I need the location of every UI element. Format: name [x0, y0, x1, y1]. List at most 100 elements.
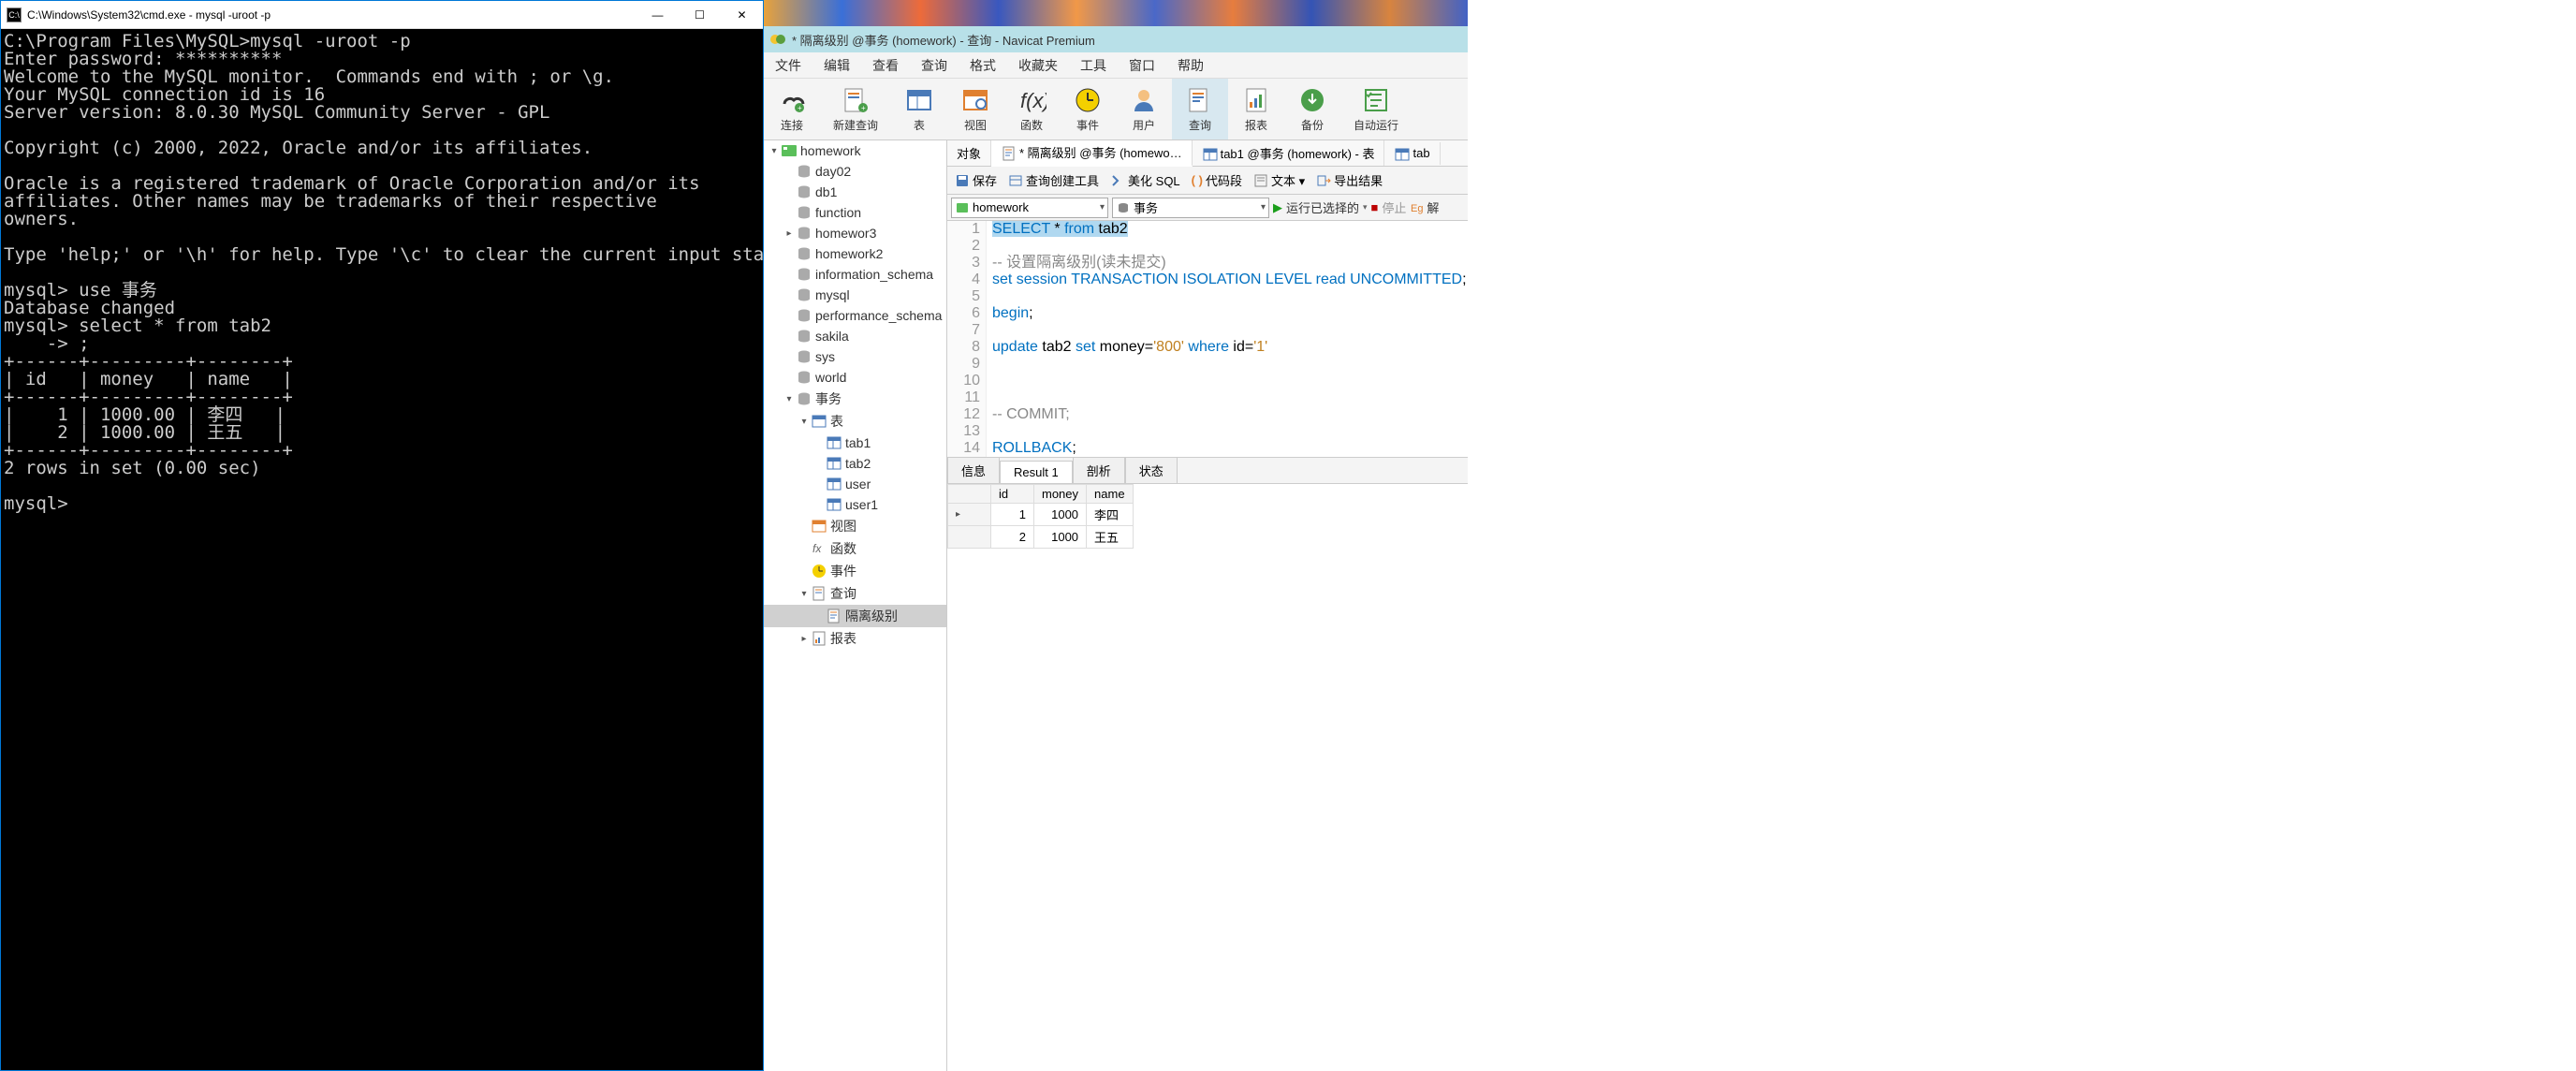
result-tab-剖析[interactable]: 剖析: [1073, 457, 1125, 483]
tab-tab[interactable]: tab: [1384, 142, 1440, 165]
qr-icon: [811, 585, 827, 602]
report-icon: [1241, 85, 1271, 115]
db-icon: [796, 245, 812, 262]
text-button[interactable]: 文本 ▾: [1250, 171, 1309, 189]
tree-item-homework[interactable]: ▾homework: [764, 140, 946, 161]
svg-text:+: +: [861, 104, 866, 112]
view-icon: [960, 85, 990, 115]
cmd-minimize-button[interactable]: —: [637, 1, 679, 29]
backup-icon: [1297, 85, 1327, 115]
new-query-icon: +: [841, 85, 871, 115]
tab-* 隔离级别 @事务 (homewo…[interactable]: * 隔离级别 @事务 (homewo…: [991, 140, 1193, 167]
explain-button[interactable]: Eg解: [1410, 198, 1439, 216]
tree-item-sys[interactable]: sys: [764, 346, 946, 367]
toolbar-report-button[interactable]: 报表: [1228, 79, 1284, 139]
tree-item-homework2[interactable]: homework2: [764, 243, 946, 264]
conn-icon: [781, 142, 798, 159]
schema-select[interactable]: 事务: [1112, 198, 1269, 218]
menu-编辑[interactable]: 编辑: [812, 56, 861, 75]
tree-item-隔离级别[interactable]: 隔离级别: [764, 605, 946, 627]
tree-item-information_schema[interactable]: information_schema: [764, 264, 946, 285]
svg-text:f(x): f(x): [1020, 89, 1046, 112]
table-row[interactable]: 21000王五: [948, 526, 1134, 549]
toolbar-user-button[interactable]: 用户: [1116, 79, 1172, 139]
tab-tab1 @事务 (homework) - 表[interactable]: tab1 @事务 (homework) - 表: [1193, 140, 1385, 166]
menu-查询[interactable]: 查询: [910, 56, 959, 75]
user-icon: [1129, 85, 1159, 115]
desktop-wallpaper: [764, 0, 1468, 26]
tree-item-事件[interactable]: 事件: [764, 560, 946, 582]
toolbar-event-button[interactable]: 事件: [1060, 79, 1116, 139]
tree-item-db1[interactable]: db1: [764, 182, 946, 202]
tree-item-user1[interactable]: user1: [764, 494, 946, 515]
navicat-sidebar[interactable]: ▾homeworkday02db1function▸homewor3homewo…: [764, 140, 947, 1071]
toolbar-new-query-button[interactable]: +新建查询: [820, 79, 891, 139]
cmd-app-icon: C:\: [7, 7, 22, 22]
svg-text:Eg: Eg: [1411, 203, 1423, 214]
export-result-button[interactable]: 导出结果: [1312, 171, 1386, 189]
navicat-title: * 隔离级别 @事务 (homework) - 查询 - Navicat Pre…: [792, 31, 1095, 49]
stop-button[interactable]: ■停止: [1371, 198, 1407, 216]
toolbar-connect-button[interactable]: +连接: [764, 79, 820, 139]
tree-item-函数[interactable]: fx函数: [764, 537, 946, 560]
navicat-main: 对象* 隔离级别 @事务 (homewo…tab1 @事务 (homework)…: [947, 140, 1468, 1071]
toolbar-query-button[interactable]: 查询: [1172, 79, 1228, 139]
menu-帮助[interactable]: 帮助: [1166, 56, 1215, 75]
tb-icon: [826, 455, 842, 472]
cmd-maximize-button[interactable]: ☐: [679, 1, 721, 29]
result-tab-状态[interactable]: 状态: [1125, 457, 1178, 483]
db-icon: [796, 225, 812, 242]
run-selected-button[interactable]: ▶运行已选择的▾: [1273, 198, 1368, 216]
tree-item-mysql[interactable]: mysql: [764, 285, 946, 305]
db-select[interactable]: homework: [951, 198, 1108, 218]
menu-查看[interactable]: 查看: [861, 56, 910, 75]
tree-item-事务[interactable]: ▾事务: [764, 388, 946, 410]
tree-item-performance_schema[interactable]: performance_schema: [764, 305, 946, 326]
tree-item-tab2[interactable]: tab2: [764, 453, 946, 474]
menu-格式[interactable]: 格式: [959, 56, 1007, 75]
menu-窗口[interactable]: 窗口: [1118, 56, 1166, 75]
tree-item-tab1[interactable]: tab1: [764, 433, 946, 453]
db-icon: [796, 390, 812, 407]
db-icon: [796, 328, 812, 345]
query-icon: [1185, 85, 1215, 115]
ev-icon: [811, 563, 827, 580]
cmd-close-button[interactable]: ✕: [721, 1, 763, 29]
tree-item-user[interactable]: user: [764, 474, 946, 494]
toolbar-function-button[interactable]: f(x)函数: [1003, 79, 1060, 139]
result-grid[interactable]: idmoneyname▸11000李四21000王五: [947, 484, 1468, 1071]
sql-editor[interactable]: 1234567891011121314 SELECT * from tab2 -…: [947, 221, 1468, 458]
menu-文件[interactable]: 文件: [764, 56, 812, 75]
toolbar-table-button[interactable]: 表: [891, 79, 947, 139]
db-icon: [796, 266, 812, 283]
query-builder-button[interactable]: 查询创建工具: [1004, 171, 1103, 189]
cmd-window: C:\ C:\Windows\System32\cmd.exe - mysql …: [0, 0, 764, 1071]
toolbar-autorun-button[interactable]: 自动运行: [1340, 79, 1412, 139]
navicat-app-icon: [769, 31, 786, 48]
tree-item-world[interactable]: world: [764, 367, 946, 388]
tree-item-查询[interactable]: ▾查询: [764, 582, 946, 605]
menu-收藏夹[interactable]: 收藏夹: [1007, 56, 1069, 75]
tree-item-视图[interactable]: 视图: [764, 515, 946, 537]
result-tab-Result 1[interactable]: Result 1: [1000, 461, 1073, 483]
beautify-sql-button[interactable]: 美化 SQL: [1106, 171, 1184, 189]
toolbar-backup-button[interactable]: 备份: [1284, 79, 1340, 139]
cmd-content[interactable]: C:\Program Files\MySQL>mysql -uroot -p E…: [1, 29, 763, 1070]
tree-item-sakila[interactable]: sakila: [764, 326, 946, 346]
tab-对象[interactable]: 对象: [947, 140, 991, 166]
save-button[interactable]: 保存: [951, 171, 1001, 189]
tree-item-function[interactable]: function: [764, 202, 946, 223]
toolbar-view-button[interactable]: 视图: [947, 79, 1003, 139]
query-select-bar: homework 事务 ▶运行已选择的▾ ■停止 Eg解: [947, 195, 1468, 221]
tree-item-day02[interactable]: day02: [764, 161, 946, 182]
code-snippet-button[interactable]: ( )代码段: [1188, 171, 1246, 189]
tree-item-homewor3[interactable]: ▸homewor3: [764, 223, 946, 243]
table-row[interactable]: ▸11000李四: [948, 504, 1134, 526]
tree-item-报表[interactable]: ▸报表: [764, 627, 946, 650]
tree-item-表[interactable]: ▾表: [764, 410, 946, 433]
rp-icon: [811, 630, 827, 647]
connect-icon: +: [777, 85, 807, 115]
menu-工具[interactable]: 工具: [1069, 56, 1118, 75]
result-tab-信息[interactable]: 信息: [947, 457, 1000, 483]
db-icon: [796, 369, 812, 386]
